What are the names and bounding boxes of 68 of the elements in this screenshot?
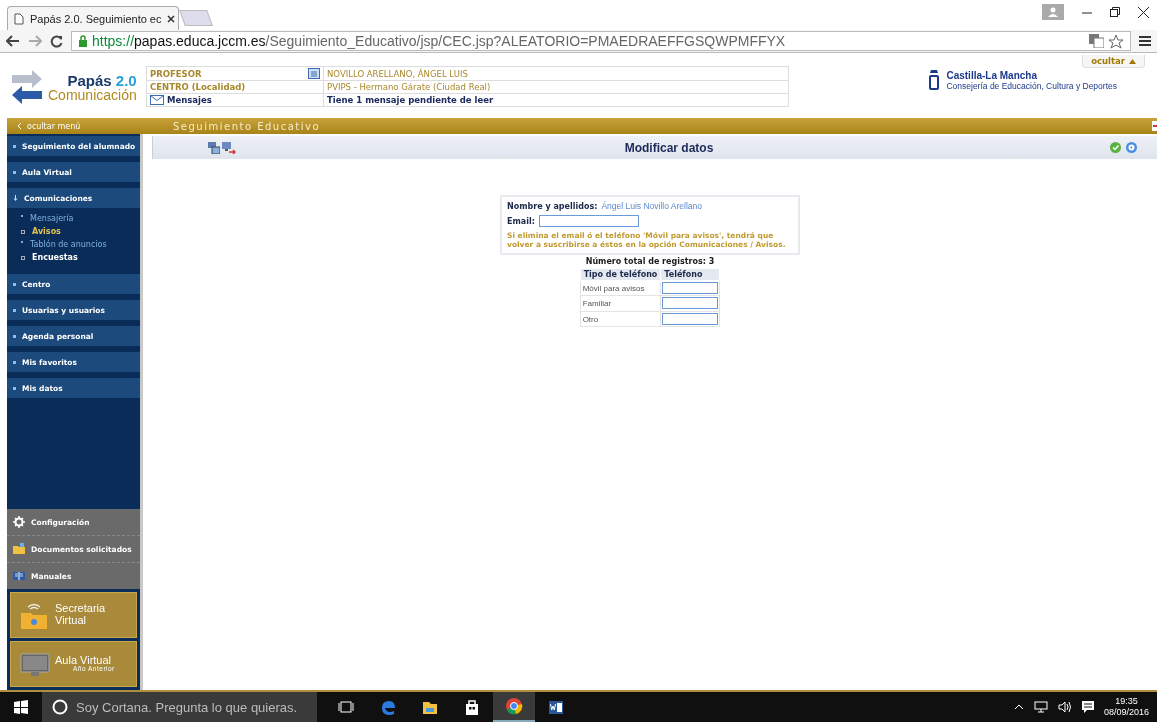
book-icon	[13, 570, 25, 582]
browser-tab[interactable]: Papás 2.0. Seguimiento ec	[7, 6, 179, 30]
chevron-up-icon[interactable]	[1013, 704, 1024, 710]
back-icon[interactable]	[6, 35, 20, 47]
phone-field[interactable]	[662, 297, 719, 310]
star-icon[interactable]	[1108, 33, 1124, 49]
submenu-item[interactable]: Mensajería	[21, 214, 140, 223]
expanded-icon	[13, 195, 18, 201]
phone-field[interactable]	[662, 312, 719, 325]
notification-icon[interactable]	[1081, 701, 1094, 713]
lock-icon	[78, 35, 88, 47]
edge-icon	[379, 698, 397, 716]
exit-icon[interactable]	[1152, 121, 1157, 131]
info-value: PVIPS - Hermano Gárate (Ciudad Real)	[323, 80, 789, 94]
hide-header-button[interactable]: ocultar	[1082, 55, 1145, 68]
taskbar-app[interactable]	[493, 692, 535, 722]
window-icon[interactable]	[308, 68, 320, 79]
windows-icon	[14, 700, 28, 714]
field-label: Email:	[507, 216, 535, 226]
column-header: Teléfono	[660, 268, 720, 281]
computer-arrow-icon[interactable]	[222, 141, 236, 154]
chevron-left-icon	[17, 122, 22, 130]
restore-icon[interactable]	[1110, 7, 1120, 17]
volume-icon[interactable]	[1057, 701, 1072, 713]
info-value: Tiene 1 mensaje pendiente de leer	[323, 93, 789, 107]
url-text: https://papas.educa.jccm.es/Seguimiento_Educativo/jsp/CEC.jsp?ALEATORIO=PMAEDRAEFFGSQWPMFFYX	[92, 33, 786, 49]
phone-field[interactable]	[662, 281, 719, 294]
computers-icon[interactable]	[208, 141, 220, 154]
section-title: Seguimiento Educativo	[173, 120, 321, 132]
field-label: Nombre y apellidos:	[507, 201, 598, 211]
store-icon	[463, 698, 481, 716]
page-title: Modificar datos	[623, 140, 715, 155]
close-icon[interactable]	[1138, 6, 1149, 18]
info-label: Mensajes	[167, 95, 212, 105]
submenu-item[interactable]: Avisos	[21, 227, 140, 236]
info-label: CENTRO (Localidad)	[150, 82, 246, 92]
arrows-icon	[10, 67, 44, 107]
search-field[interactable]: Soy Cortana. Pregunta lo que quieras.	[42, 692, 317, 722]
taskview-icon	[337, 698, 355, 716]
page-icon	[14, 12, 24, 25]
translate-icon[interactable]	[1089, 34, 1104, 48]
clock[interactable]: 19:35 08/09/2016	[1103, 695, 1149, 719]
network-icon[interactable]	[1033, 701, 1048, 713]
app-logo[interactable]: Papás 2.0 Comunicación	[0, 53, 146, 107]
table-cell: Otro	[580, 311, 661, 327]
record-count: Número total de registros: 3	[585, 256, 715, 266]
name-value: Ángel Luis Novillo Arellano	[601, 201, 703, 211]
submenu-item[interactable]: Tablón de anuncios	[21, 240, 140, 249]
org-logo: Castilla-La Mancha Consejería de Educación, Cultura y Deportes	[928, 69, 1117, 91]
info-label: PROFESOR	[150, 68, 202, 79]
caret-up-icon	[1129, 58, 1136, 64]
email-field[interactable]	[538, 215, 639, 227]
settings-icon	[13, 516, 25, 528]
confirm-icon[interactable]	[1110, 142, 1121, 153]
submenu-item[interactable]: Encuestas	[21, 253, 140, 262]
info-value: NOVILLO ARELLANO, ÁNGEL LUIS	[323, 66, 789, 81]
table-cell: Familiar	[580, 295, 661, 312]
table-cell: Móvil para avisos	[580, 280, 661, 296]
reload-icon[interactable]	[50, 34, 63, 48]
column-header: Tipo de teléfono	[580, 268, 661, 281]
menu-icon[interactable]	[1139, 35, 1151, 47]
cortana-icon	[52, 699, 68, 715]
address-bar[interactable]: https://papas.educa.jccm.es/Seguimiento_Educativo/jsp/CEC.jsp?ALEATORIO=PMAEDRAEFFGSQWPMFFYX	[71, 31, 1131, 51]
folder-icon	[13, 543, 25, 555]
close-icon[interactable]	[167, 14, 176, 23]
envelope-icon	[150, 95, 164, 105]
chrome-icon	[505, 697, 523, 715]
word-icon	[547, 698, 565, 716]
